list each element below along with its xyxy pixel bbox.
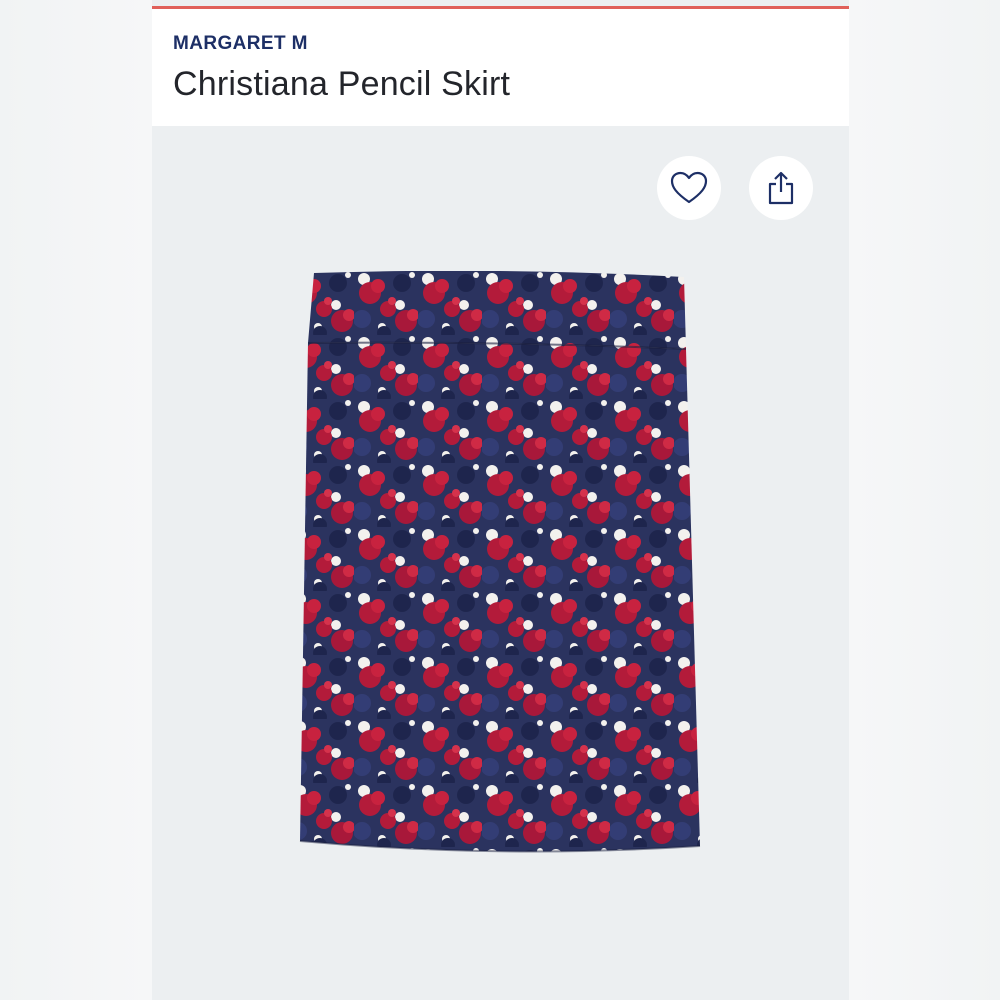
favorite-button[interactable] [657, 156, 721, 220]
brand-name[interactable]: MARGARET M [173, 33, 308, 55]
app-screen: MARGARET M Christiana Pencil Skirt [152, 0, 849, 1000]
heart-outline-icon [670, 171, 708, 204]
product-image-area [152, 126, 849, 1000]
product-header: MARGARET M Christiana Pencil Skirt [152, 9, 849, 126]
share-icon [768, 171, 794, 205]
share-button[interactable] [749, 156, 813, 220]
product-title: Christiana Pencil Skirt [173, 65, 511, 103]
skirt-image [299, 271, 701, 853]
